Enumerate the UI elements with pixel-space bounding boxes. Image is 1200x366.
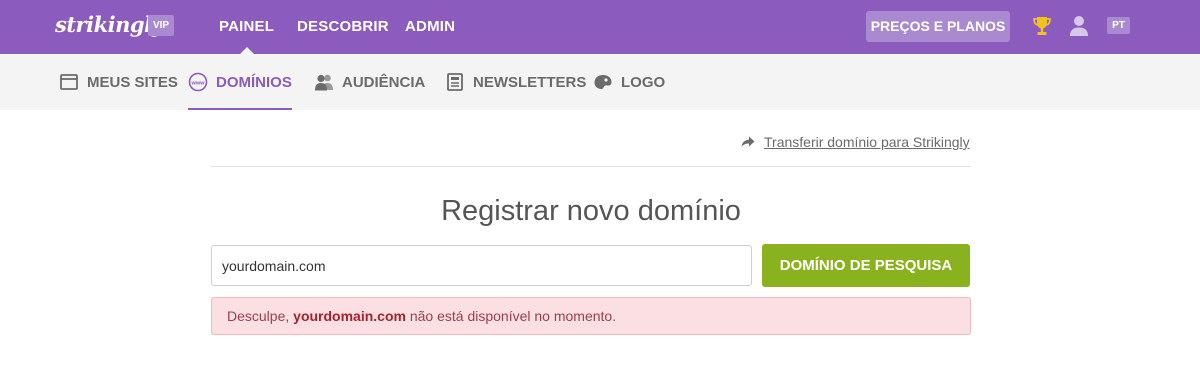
- newsletter-icon: [447, 73, 463, 91]
- subnav-label: MEUS SITES: [87, 73, 178, 91]
- svg-text:www: www: [190, 80, 205, 86]
- nav-descobrir[interactable]: DESCOBRIR: [297, 0, 389, 54]
- transfer-domain-link-row: Transferir domínio para Strikingly: [741, 133, 970, 151]
- subnav-item-meus-sites[interactable]: MEUS SITES: [59, 54, 178, 110]
- alert-prefix: Desculpe,: [227, 308, 290, 324]
- subnav-item-logo[interactable]: LOGO: [593, 54, 665, 110]
- nav-painel[interactable]: PAINEL: [219, 0, 274, 54]
- vip-badge: VIP: [148, 15, 174, 36]
- subnav-item-newsletters[interactable]: NEWSLETTERS: [445, 54, 586, 110]
- language-selector[interactable]: PT: [1107, 17, 1130, 34]
- transfer-domain-link[interactable]: Transferir domínio para Strikingly: [764, 134, 970, 150]
- strikingly-logo[interactable]: strikingly: [55, 12, 164, 37]
- pricing-plans-button[interactable]: PREÇOS E PLANOS: [866, 11, 1010, 42]
- palette-icon: [594, 75, 612, 89]
- subnav-label: LOGO: [621, 73, 666, 91]
- subnav-label: DOMÍNIOS: [216, 73, 292, 91]
- subnav-label: NEWSLETTERS: [473, 73, 587, 91]
- alert-suffix: não está disponível no momento.: [409, 308, 617, 324]
- search-domain-button[interactable]: DOMÍNIO DE PESQUISA: [762, 244, 970, 287]
- users-icon: [315, 74, 333, 91]
- nav-admin[interactable]: ADMIN: [405, 0, 455, 54]
- www-icon: www: [188, 72, 208, 92]
- subnav-item-dominios[interactable]: www DOMÍNIOS: [188, 54, 292, 110]
- subnav-label: AUDIÊNCIA: [342, 73, 426, 91]
- domain-search-input[interactable]: [211, 245, 752, 286]
- share-arrow-icon: [741, 136, 755, 147]
- trophy-icon[interactable]: [1032, 15, 1052, 37]
- divider: [211, 166, 971, 167]
- alert-domain: yourdomain.com: [293, 308, 406, 324]
- page-title: Registrar novo domínio: [441, 195, 741, 227]
- subnav-item-audiencia[interactable]: AUDIÊNCIA: [314, 54, 425, 110]
- unavailable-domain-alert: Desculpe, yourdomain.com não está dispon…: [211, 297, 971, 335]
- secondary-navigation: MEUS SITES www DOMÍNIOS AUDIÊNCIA NEWSLE…: [0, 54, 1200, 110]
- window-icon: [60, 74, 78, 90]
- user-icon[interactable]: [1069, 15, 1089, 37]
- top-navigation-bar: strikingly VIP PAINEL DESCOBRIR ADMIN PR…: [0, 0, 1200, 54]
